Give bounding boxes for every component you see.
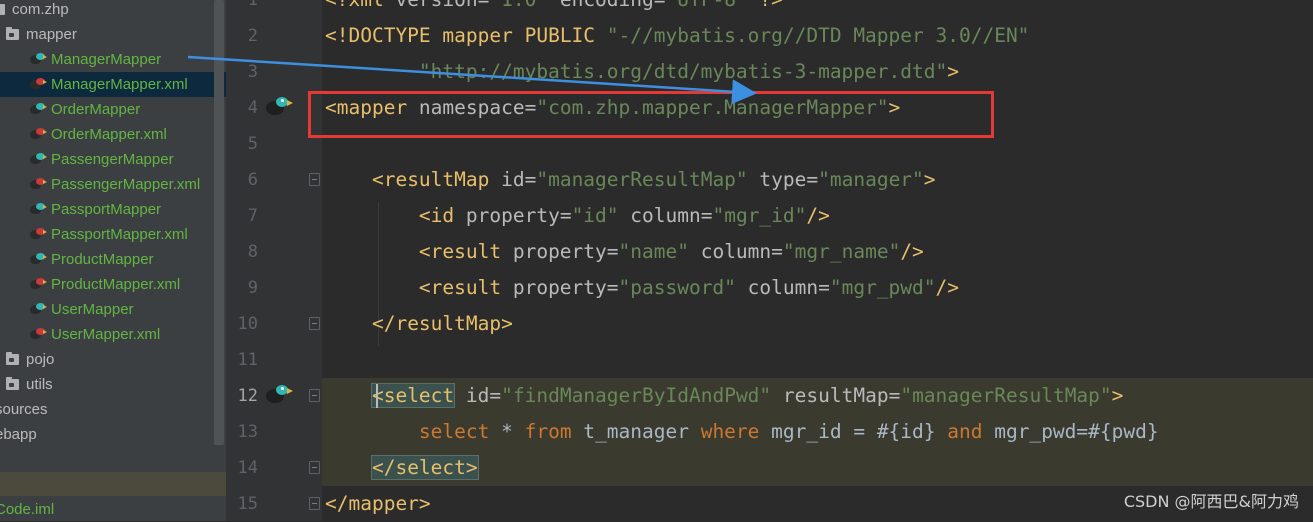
csdn-watermark: CSDN @阿西巴&阿力鸡 <box>1123 492 1299 511</box>
arrow-line <box>187 55 757 105</box>
annotation-arrow <box>187 55 757 105</box>
